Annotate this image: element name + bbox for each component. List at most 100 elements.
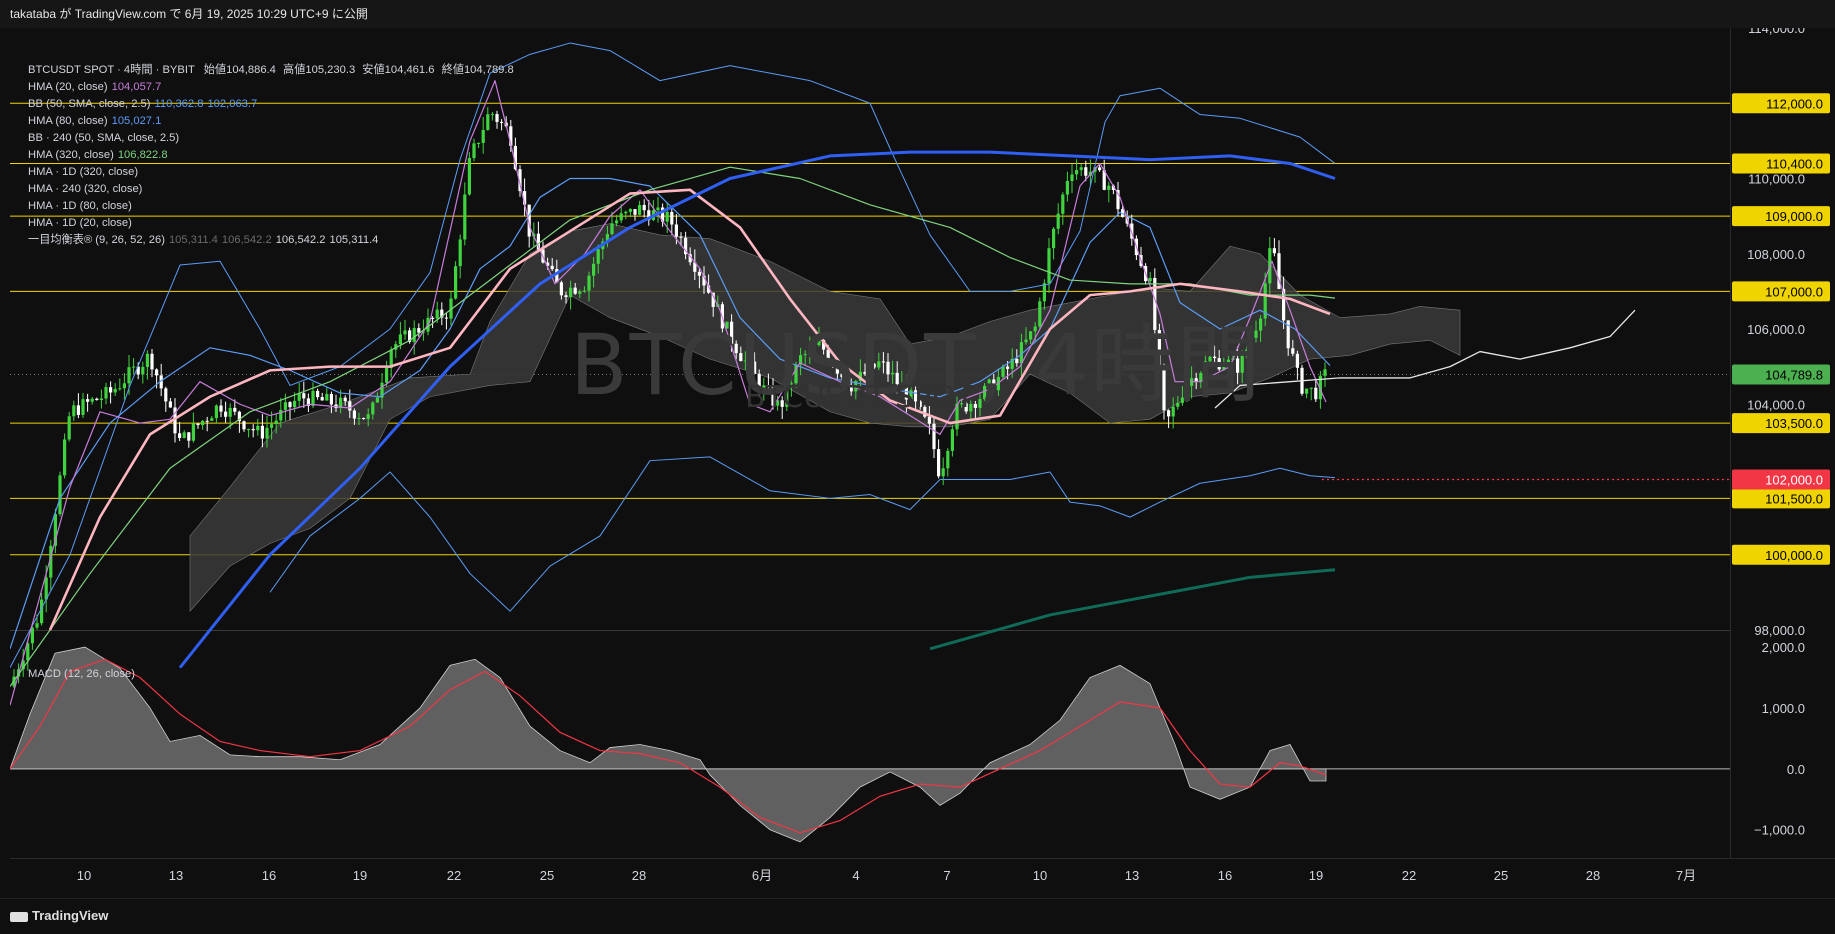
candle-body bbox=[86, 399, 90, 402]
time-tick-label: 16 bbox=[262, 868, 276, 883]
tradingview-brand[interactable]: TradingView bbox=[10, 908, 108, 923]
price-tick-label: 114,000.0 bbox=[1748, 28, 1805, 36]
legend-indicator-row[interactable]: HMA · 1D (20, close) bbox=[28, 215, 514, 232]
time-tick-label: 28 bbox=[632, 868, 646, 883]
candle-body bbox=[297, 393, 301, 401]
indicator-value: 106,542.2 bbox=[275, 234, 326, 246]
indicator-value: 110,362.8 bbox=[154, 98, 204, 110]
candle-body bbox=[228, 407, 232, 417]
candle-body bbox=[122, 383, 126, 389]
candle-body bbox=[697, 271, 701, 276]
candle-body bbox=[444, 317, 448, 319]
candle-body bbox=[1305, 388, 1309, 394]
candle-body bbox=[946, 450, 950, 469]
alert-price-tag[interactable]: 102,000.0 bbox=[1765, 473, 1823, 488]
candle-body bbox=[316, 390, 320, 398]
footer: TradingView bbox=[0, 898, 1835, 934]
candle-body bbox=[1098, 167, 1102, 171]
level-price-tag[interactable]: 103,500.0 bbox=[1765, 416, 1823, 431]
level-price-tag[interactable]: 109,000.0 bbox=[1765, 209, 1823, 224]
legend-symbol[interactable]: BTCUSDT SPOT · 4時間 · BYBIT bbox=[28, 64, 195, 76]
candle-body bbox=[628, 209, 632, 212]
time-tick-label: 22 bbox=[447, 868, 461, 883]
price-tick-label: 104,000.0 bbox=[1747, 397, 1805, 412]
legend-indicator-row[interactable]: HMA · 240 (320, close) bbox=[28, 181, 514, 198]
macd-tick-label: 1,000.0 bbox=[1762, 701, 1805, 716]
time-tick-label: 10 bbox=[1033, 868, 1047, 883]
legend-high-label: 高値 bbox=[283, 64, 306, 76]
candle-body bbox=[283, 402, 287, 410]
candle-body bbox=[113, 388, 117, 393]
candle-body bbox=[270, 424, 274, 428]
chart-frame[interactable]: 114,000.0 110,000.0 108,000.0 106,000.0 104,… bbox=[10, 28, 1835, 898]
candle-body bbox=[582, 290, 586, 292]
indicator-name: HMA (80, close) bbox=[28, 115, 108, 127]
current-price-tag[interactable]: 104,789.8 bbox=[1765, 368, 1823, 383]
candle-body bbox=[633, 209, 637, 215]
indicator-value: 106,822.8 bbox=[117, 149, 168, 161]
candle-body bbox=[1052, 228, 1056, 249]
level-price-tag[interactable]: 112,000.0 bbox=[1766, 96, 1823, 111]
time-tick-label: 7月 bbox=[1676, 868, 1696, 883]
candle-body bbox=[40, 599, 44, 624]
level-price-tag[interactable]: 101,500.0 bbox=[1765, 491, 1823, 506]
macd-tick-label: 0.0 bbox=[1787, 762, 1805, 777]
level-price-tag[interactable]: 107,000.0 bbox=[1765, 284, 1823, 299]
level-price-tag[interactable]: 110,400.0 bbox=[1766, 156, 1823, 171]
indicator-value: 106,542.2 bbox=[221, 234, 272, 246]
candle-body bbox=[564, 295, 568, 298]
candle-body bbox=[329, 393, 333, 405]
candle-body bbox=[205, 420, 209, 422]
candle-body bbox=[615, 220, 619, 224]
candle-body bbox=[1061, 194, 1065, 214]
candle-body bbox=[610, 223, 614, 235]
candle-body bbox=[366, 414, 370, 419]
legend-symbol-row[interactable]: BTCUSDT SPOT · 4時間 · BYBIT 始値104,886.4 高… bbox=[28, 62, 514, 79]
candle-body bbox=[251, 429, 255, 431]
time-tick-label: 13 bbox=[1125, 868, 1139, 883]
candle-body bbox=[288, 402, 292, 408]
candle-body bbox=[343, 397, 347, 402]
candle-body bbox=[265, 427, 269, 439]
legend-indicator-row[interactable]: HMA (320, close) 106,822.8 bbox=[28, 147, 514, 164]
legend-indicator-row[interactable]: 一目均衡表® (9, 26, 52, 26) 105,311.4 106,542.2… bbox=[28, 232, 514, 249]
candle-body bbox=[274, 420, 278, 425]
candle-body bbox=[679, 236, 683, 238]
price-tick-label: 108,000.0 bbox=[1747, 247, 1805, 262]
candle-body bbox=[242, 421, 246, 430]
candle-body bbox=[559, 282, 563, 296]
candle-body bbox=[302, 393, 306, 399]
candle-body bbox=[150, 353, 154, 370]
legend-low: 104,461.6 bbox=[384, 64, 435, 76]
candle-body bbox=[191, 423, 195, 441]
candle-body bbox=[1079, 167, 1083, 171]
indicator-name: HMA (20, close) bbox=[28, 81, 108, 93]
candle-body bbox=[99, 398, 103, 401]
candle-body bbox=[573, 287, 577, 294]
legend-indicator-row[interactable]: BB (50, SMA, close, 2.5) 110,362.8 102,063… bbox=[28, 96, 514, 113]
legend-indicator-row[interactable]: BB · 240 (50, SMA, close, 2.5) bbox=[28, 130, 514, 147]
legend-indicator-row[interactable]: HMA · 1D (80, close) bbox=[28, 198, 514, 215]
candle-body bbox=[72, 405, 76, 417]
candle-body bbox=[1065, 181, 1069, 195]
level-price-tag[interactable]: 100,000.0 bbox=[1765, 548, 1823, 563]
macd-label[interactable]: MACD (12, 26, close) bbox=[28, 668, 135, 680]
legend-indicator-row[interactable]: HMA (20, close) 104,057.7 bbox=[28, 79, 514, 96]
candle-body bbox=[1056, 213, 1060, 229]
legend-indicator-row[interactable]: HMA (80, close) 105,027.1 bbox=[28, 113, 514, 130]
legend-indicator-row[interactable]: HMA · 1D (320, close) bbox=[28, 164, 514, 181]
candle-body bbox=[357, 418, 361, 420]
macd-tick-label: 2,000.0 bbox=[1762, 640, 1805, 655]
candle-body bbox=[90, 398, 94, 402]
candle-body bbox=[256, 425, 260, 431]
indicator-value: 105,027.1 bbox=[111, 115, 162, 127]
legend-open: 104,886.4 bbox=[226, 64, 276, 76]
candle-body bbox=[417, 328, 421, 333]
publish-header: takataba が TradingView.com で 6月 19, 2025… bbox=[0, 0, 1835, 28]
indicator-name: BB · 240 (50, SMA, close, 2.5) bbox=[28, 132, 180, 144]
candle-body bbox=[219, 405, 223, 412]
candle-body bbox=[168, 401, 172, 408]
time-tick-label: 28 bbox=[1586, 868, 1600, 883]
candle-body bbox=[1323, 369, 1327, 376]
indicator-name: HMA · 240 (320, close) bbox=[28, 183, 143, 195]
